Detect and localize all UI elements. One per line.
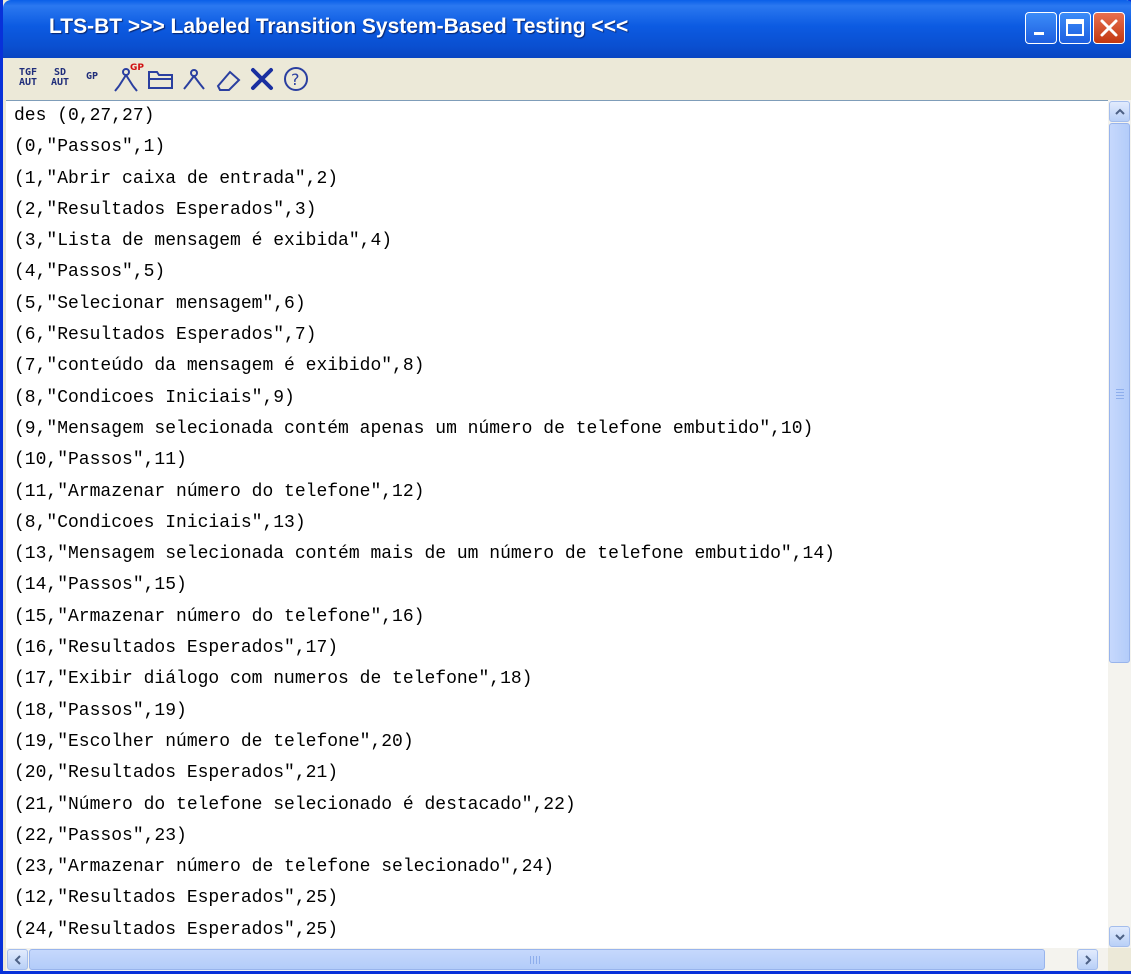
graph-button[interactable]: [178, 62, 210, 94]
close-icon: [1100, 19, 1118, 37]
svg-text:GP: GP: [130, 63, 144, 73]
text-line[interactable]: (8,"Condicoes Iniciais",9): [6, 383, 1108, 414]
scroll-right-button[interactable]: [1077, 949, 1098, 970]
text-line[interactable]: (2,"Resultados Esperados",3): [6, 195, 1108, 226]
sd-aut-icon: SD AUT: [50, 67, 70, 88]
sd-aut-button[interactable]: SD AUT: [44, 62, 76, 94]
gp-button[interactable]: GP: [76, 62, 108, 94]
toolbar: TGF AUT SD AUT GP GP ?: [6, 58, 1131, 100]
text-line[interactable]: (1,"Abrir caixa de entrada",2): [6, 164, 1108, 195]
gp-icon: GP: [85, 71, 99, 82]
open-folder-button[interactable]: [144, 62, 176, 94]
horizontal-scrollbar[interactable]: [6, 948, 1108, 971]
text-line[interactable]: (9,"Mensagem selecionada contém apenas u…: [6, 414, 1108, 445]
text-line[interactable]: (6,"Resultados Esperados",7): [6, 320, 1108, 351]
text-line[interactable]: (13,"Mensagem selecionada contém mais de…: [6, 539, 1108, 570]
chevron-up-icon: [1114, 108, 1125, 115]
tgf-aut-button[interactable]: TGF AUT: [12, 62, 44, 94]
svg-text:?: ?: [291, 70, 300, 89]
text-line[interactable]: des (0,27,27): [6, 101, 1108, 132]
text-line[interactable]: (23,"Armazenar número de telefone seleci…: [6, 852, 1108, 883]
chevron-right-icon: [1084, 954, 1091, 965]
eraser-icon: [216, 70, 241, 91]
text-line[interactable]: (0,"Passos",1): [6, 132, 1108, 163]
minimize-button[interactable]: [1025, 12, 1057, 44]
app-window: LTS-BT >>> Labeled Transition System-Bas…: [0, 0, 1131, 974]
text-line[interactable]: (22,"Passos",23): [6, 821, 1108, 852]
tgf-aut-icon: TGF AUT: [18, 67, 38, 88]
text-line[interactable]: (8,"Condicoes Iniciais",13): [6, 508, 1108, 539]
lts-text-editor[interactable]: des (0,27,27) (0,"Passos",1) (1,"Abrir c…: [6, 100, 1108, 949]
text-line[interactable]: (18,"Passos",19): [6, 696, 1108, 727]
close-button[interactable]: [1093, 12, 1125, 44]
text-line[interactable]: (5,"Selecionar mensagem",6): [6, 289, 1108, 320]
chevron-down-icon: [1114, 933, 1125, 940]
window-title: LTS-BT >>> Labeled Transition System-Bas…: [49, 15, 629, 38]
vertical-scrollbar[interactable]: [1108, 100, 1131, 948]
open-folder-icon: [148, 71, 173, 89]
graph-gp-icon: GP: [114, 63, 144, 92]
vertical-scroll-thumb[interactable]: [1109, 123, 1130, 663]
scroll-down-button[interactable]: [1109, 926, 1130, 947]
text-line[interactable]: (20,"Resultados Esperados",21): [6, 758, 1108, 789]
text-line[interactable]: (16,"Resultados Esperados",17): [6, 633, 1108, 664]
scrollbar-corner: [1108, 948, 1131, 971]
chevron-left-icon: [14, 954, 21, 965]
graph-gp-button[interactable]: GP: [110, 62, 144, 94]
scroll-left-button[interactable]: [7, 949, 28, 970]
text-line[interactable]: (24,"Resultados Esperados",25): [6, 915, 1108, 946]
close-x-icon: [251, 68, 273, 90]
text-line[interactable]: (14,"Passos",15): [6, 570, 1108, 601]
text-line[interactable]: (17,"Exibir diálogo com numeros de telef…: [6, 664, 1108, 695]
maximize-icon: [1066, 19, 1084, 36]
text-line[interactable]: (21,"Número do telefone selecionado é de…: [6, 790, 1108, 821]
text-line[interactable]: (19,"Escolher número de telefone",20): [6, 727, 1108, 758]
text-line[interactable]: (3,"Lista de mensagem é exibida",4): [6, 226, 1108, 257]
scroll-up-button[interactable]: [1109, 101, 1130, 122]
close-x-button[interactable]: [246, 62, 278, 94]
text-line[interactable]: (15,"Armazenar número do telefone",16): [6, 602, 1108, 633]
horizontal-scroll-thumb[interactable]: [29, 949, 1045, 970]
help-icon: ?: [284, 67, 308, 91]
minimize-icon: [1034, 32, 1044, 35]
text-line[interactable]: (11,"Armazenar número do telefone",12): [6, 477, 1108, 508]
text-line[interactable]: (10,"Passos",11): [6, 445, 1108, 476]
text-line[interactable]: (12,"Resultados Esperados",25): [6, 883, 1108, 914]
help-button[interactable]: ?: [280, 62, 312, 94]
title-bar[interactable]: LTS-BT >>> Labeled Transition System-Bas…: [3, 0, 1131, 58]
text-line[interactable]: (4,"Passos",5): [6, 257, 1108, 288]
eraser-button[interactable]: [212, 62, 244, 94]
maximize-button[interactable]: [1059, 12, 1091, 44]
text-line[interactable]: (7,"conteúdo da mensagem é exibido",8): [6, 351, 1108, 382]
graph-icon: [183, 69, 205, 90]
